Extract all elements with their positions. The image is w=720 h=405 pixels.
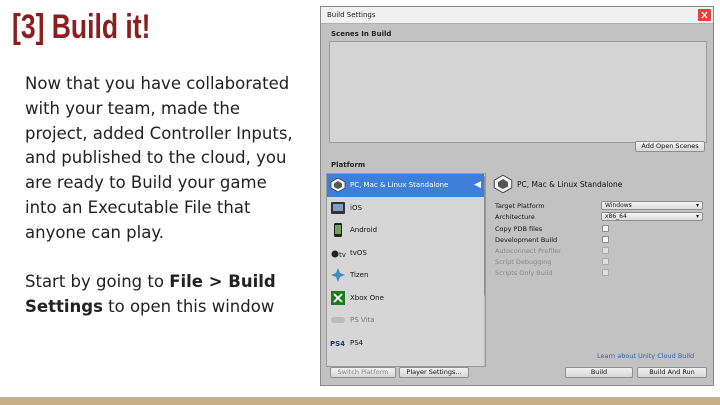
platform-item-ios[interactable]: iOS bbox=[327, 197, 485, 220]
development-build-label: Development Build bbox=[495, 236, 558, 244]
platform-item-tvos[interactable]: tv tvOS bbox=[327, 242, 485, 265]
platform-item-tizen[interactable]: Tizen bbox=[327, 264, 485, 287]
copy-pdb-checkbox[interactable] bbox=[602, 225, 609, 232]
tizen-icon bbox=[330, 267, 346, 283]
autoconnect-profiler-checkbox[interactable] bbox=[602, 247, 609, 254]
switch-platform-button[interactable]: Switch Platform bbox=[330, 367, 396, 378]
speaker-icon: ◀ bbox=[474, 180, 481, 191]
player-settings-button[interactable]: Player Settings... bbox=[399, 367, 469, 378]
selected-platform-header: PC, Mac & Linux Standalone bbox=[493, 174, 622, 194]
close-icon bbox=[701, 11, 708, 19]
slide-body: Now that you have collaborated with your… bbox=[25, 72, 300, 345]
development-build-checkbox[interactable] bbox=[602, 236, 609, 243]
dropdown-arrow-icon: ▾ bbox=[695, 202, 699, 209]
platform-item-ps4[interactable]: PS4 PS4 bbox=[327, 332, 485, 355]
psvita-icon bbox=[330, 312, 346, 328]
architecture-label: Architecture bbox=[495, 213, 535, 221]
svg-text:tv: tv bbox=[339, 251, 346, 259]
platform-item-xbox[interactable]: Xbox One bbox=[327, 287, 485, 310]
scripts-only-build-label: Scripts Only Build bbox=[495, 269, 553, 277]
platform-item-psvita[interactable]: PS Vita bbox=[327, 309, 485, 332]
script-debugging-label: Script Debugging bbox=[495, 258, 552, 266]
scenes-label: Scenes In Build bbox=[331, 30, 392, 38]
tvos-icon: tv bbox=[330, 245, 346, 261]
copy-pdb-label: Copy PDB files bbox=[495, 225, 543, 233]
platform-label: Platform bbox=[331, 161, 366, 169]
ios-icon bbox=[330, 200, 346, 216]
close-button[interactable] bbox=[698, 9, 711, 21]
svg-text:PS4: PS4 bbox=[330, 340, 345, 348]
instruction-paragraph: Start by going to File > Build Settings … bbox=[25, 272, 276, 317]
bottom-accent-bar bbox=[0, 397, 720, 405]
platform-scroll-thumb[interactable] bbox=[484, 176, 485, 296]
architecture-dropdown[interactable]: x86_64 ▾ bbox=[601, 212, 703, 221]
platform-item-android[interactable]: Android bbox=[327, 219, 485, 242]
window-title: Build Settings bbox=[327, 11, 376, 19]
xbox-icon bbox=[330, 290, 346, 306]
ps4-icon: PS4 bbox=[330, 335, 346, 351]
add-open-scenes-button[interactable]: Add Open Scenes bbox=[635, 141, 705, 152]
intro-paragraph: Now that you have collaborated with your… bbox=[25, 74, 293, 242]
scenes-list[interactable] bbox=[329, 41, 707, 143]
target-platform-dropdown[interactable]: Windows ▾ bbox=[601, 201, 703, 210]
build-button[interactable]: Build bbox=[565, 367, 633, 378]
scripts-only-build-checkbox[interactable] bbox=[602, 269, 609, 276]
script-debugging-checkbox[interactable] bbox=[602, 258, 609, 265]
build-and-run-button[interactable]: Build And Run bbox=[637, 367, 707, 378]
autoconnect-profiler-label: Autoconnect Profiler bbox=[495, 247, 561, 255]
unity-standalone-icon bbox=[330, 177, 346, 193]
build-settings-window: Build Settings Scenes In Build Add Open … bbox=[320, 6, 714, 386]
platform-list: PC, Mac & Linux Standalone ◀ iOS Android… bbox=[326, 173, 486, 367]
unity-standalone-icon bbox=[493, 174, 513, 194]
selected-platform-title: PC, Mac & Linux Standalone bbox=[517, 179, 623, 189]
window-titlebar[interactable]: Build Settings bbox=[321, 7, 713, 24]
android-icon bbox=[330, 222, 346, 238]
cloud-build-link[interactable]: Learn about Unity Cloud Build bbox=[597, 352, 694, 360]
dropdown-arrow-icon: ▾ bbox=[695, 213, 699, 220]
slide-title: [3] Build it! bbox=[12, 8, 151, 46]
platform-item-standalone[interactable]: PC, Mac & Linux Standalone ◀ bbox=[327, 174, 485, 197]
target-platform-label: Target Platform bbox=[495, 202, 545, 210]
